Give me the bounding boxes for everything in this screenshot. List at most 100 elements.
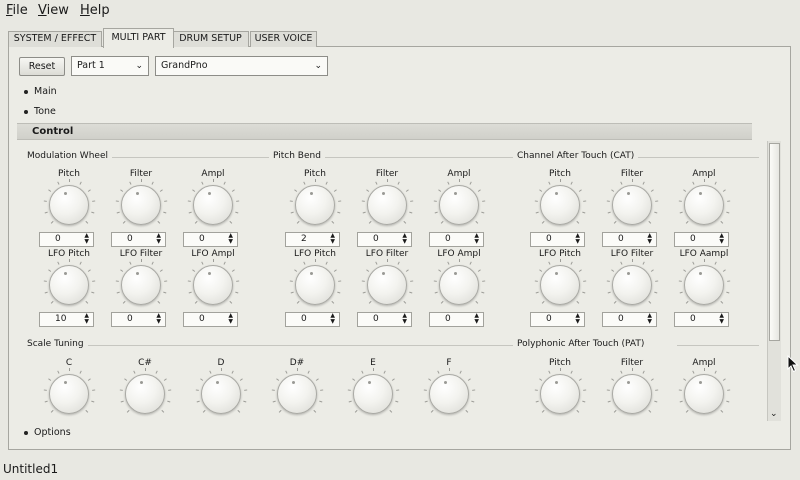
polyphonic-after-touch-ampl-knob[interactable] (684, 374, 724, 414)
section-tone[interactable]: Tone (24, 106, 56, 117)
channel-after-touch-ampl-knob[interactable] (684, 185, 724, 225)
channel-after-touch-lfo-aampl-spinbox[interactable]: 0 ▲ ▼ (674, 312, 729, 327)
section-main[interactable]: Main (24, 86, 57, 97)
scrollbar-thumb[interactable] (769, 143, 780, 341)
channel-after-touch-filter-knob[interactable] (612, 185, 652, 225)
scale-tuning-dsharp-knob[interactable] (277, 374, 317, 414)
part-select[interactable]: Part 1 ⌄ (71, 56, 149, 76)
spin-arrows-icon[interactable]: ▲ ▼ (402, 313, 407, 325)
pitch-bend-filter-spinbox[interactable]: 0 ▲ ▼ (357, 232, 412, 247)
menu-help[interactable]: Help (80, 3, 110, 18)
modulation-wheel-pitch-spinbox[interactable]: 0 ▲ ▼ (39, 232, 94, 247)
spin-arrows-icon[interactable]: ▲ ▼ (575, 233, 580, 245)
tab-multi-part[interactable]: MULTI PART (103, 28, 174, 48)
modulation-wheel-pitch-knob[interactable] (49, 185, 89, 225)
tab-system-effect[interactable]: SYSTEM / EFFECT (8, 31, 102, 47)
spin-arrows-icon[interactable]: ▲ ▼ (228, 233, 233, 245)
channel-after-touch-lfo-pitch-knob[interactable] (540, 265, 580, 305)
polyphonic-after-touch-pitch-control: Pitch (530, 358, 590, 421)
channel-after-touch-pitch-knob[interactable] (540, 185, 580, 225)
channel-after-touch-lfo-aampl-knob[interactable] (684, 265, 724, 305)
polyphonic-after-touch-pitch-knob[interactable] (540, 374, 580, 414)
spin-arrows-icon[interactable]: ▲ ▼ (84, 233, 89, 245)
modulation-wheel-lfo-pitch-spinbox[interactable]: 10 ▲ ▼ (39, 312, 94, 327)
modulation-wheel-lfo-pitch-knob[interactable] (49, 265, 89, 305)
pitch-bend-lfo-ampl-spinbox[interactable]: 0 ▲ ▼ (429, 312, 484, 327)
pitch-bend-lfo-pitch-knob[interactable] (295, 265, 335, 305)
pitch-bend-pitch-spinbox[interactable]: 2 ▲ ▼ (285, 232, 340, 247)
modulation-wheel-lfo-ampl-label: LFO Ampl (191, 249, 235, 259)
spin-arrows-icon[interactable]: ▲ ▼ (228, 313, 233, 325)
spin-arrows-icon[interactable]: ▲ ▼ (719, 313, 724, 325)
scale-tuning-d-knob[interactable] (201, 374, 241, 414)
menubar: File View Help (0, 0, 800, 22)
reset-button[interactable]: Reset (19, 57, 65, 76)
channel-after-touch-filter-spinbox[interactable]: 0 ▲ ▼ (602, 232, 657, 247)
pitch-bend-ampl-spinbox[interactable]: 0 ▲ ▼ (429, 232, 484, 247)
channel-after-touch-lfo-filter-value: 0 (618, 314, 624, 324)
channel-after-touch-lfo-aampl-label: LFO Aampl (679, 249, 729, 259)
voice-select[interactable]: GrandPno ⌄ (155, 56, 328, 76)
spin-arrows-icon[interactable]: ▲ ▼ (156, 313, 161, 325)
polyphonic-after-touch-filter-control: Filter (602, 358, 662, 421)
pitch-bend-pitch-knob[interactable] (295, 185, 335, 225)
channel-after-touch-lfo-filter-spinbox[interactable]: 0 ▲ ▼ (602, 312, 657, 327)
channel-after-touch-lfo-pitch-spinbox[interactable]: 0 ▲ ▼ (530, 312, 585, 327)
scale-tuning-f-knob[interactable] (429, 374, 469, 414)
modulation-wheel-filter-knob[interactable] (121, 185, 161, 225)
pitch-bend-filter-value: 0 (373, 234, 379, 244)
modulation-wheel-lfo-filter-value: 0 (127, 314, 133, 324)
scale-tuning-csharp-knob[interactable] (125, 374, 165, 414)
channel-after-touch-ampl-spinbox[interactable]: 0 ▲ ▼ (674, 232, 729, 247)
modulation-wheel-lfo-filter-knob[interactable] (121, 265, 161, 305)
spin-arrows-icon[interactable]: ▲ ▼ (330, 233, 335, 245)
spin-arrows-icon[interactable]: ▲ ▼ (84, 313, 89, 325)
modulation-wheel-lfo-ampl-control: LFO Ampl 0 ▲ ▼ (183, 249, 243, 329)
pitch-bend-pitch-control: Pitch 2 ▲ ▼ (285, 169, 345, 249)
pitch-bend-lfo-filter-knob[interactable] (367, 265, 407, 305)
menu-file[interactable]: File (6, 3, 28, 18)
spin-arrows-icon[interactable]: ▲ ▼ (647, 233, 652, 245)
channel-after-touch-lfo-filter-control: LFO Filter 0 ▲ ▼ (602, 249, 662, 329)
spin-arrows-icon[interactable]: ▲ ▼ (402, 233, 407, 245)
spin-arrows-icon[interactable]: ▲ ▼ (647, 313, 652, 325)
channel-after-touch-pitch-spinbox[interactable]: 0 ▲ ▼ (530, 232, 585, 247)
modulation-wheel-lfo-filter-spinbox[interactable]: 0 ▲ ▼ (111, 312, 166, 327)
section-options[interactable]: Options (24, 427, 71, 438)
pitch-bend-filter-knob[interactable] (367, 185, 407, 225)
modulation-wheel-ampl-spinbox[interactable]: 0 ▲ ▼ (183, 232, 238, 247)
pitch-bend-lfo-pitch-spinbox[interactable]: 0 ▲ ▼ (285, 312, 340, 327)
channel-after-touch-pitch-value: 0 (546, 234, 552, 244)
vertical-scrollbar[interactable]: ⌄ (767, 141, 781, 421)
modulation-wheel-lfo-ampl-knob[interactable] (193, 265, 233, 305)
tab-drum-setup[interactable]: DRUM SETUP (172, 31, 249, 47)
modulation-wheel-filter-spinbox[interactable]: 0 ▲ ▼ (111, 232, 166, 247)
polyphonic-after-touch-ampl-control: Ampl (674, 358, 734, 421)
polyphonic-after-touch-filter-knob[interactable] (612, 374, 652, 414)
spin-arrows-icon[interactable]: ▲ ▼ (719, 233, 724, 245)
spin-arrows-icon[interactable]: ▲ ▼ (156, 233, 161, 245)
modulation-wheel-lfo-ampl-spinbox[interactable]: 0 ▲ ▼ (183, 312, 238, 327)
scale-tuning-e-knob[interactable] (353, 374, 393, 414)
tab-user-voice[interactable]: USER VOICE (250, 31, 317, 47)
group-modulation-wheel: Modulation Wheel (27, 151, 112, 161)
scroll-down-icon[interactable]: ⌄ (770, 409, 778, 419)
section-control-header[interactable]: Control (17, 123, 752, 140)
spin-arrows-icon[interactable]: ▲ ▼ (474, 233, 479, 245)
scale-tuning-c-knob[interactable] (49, 374, 89, 414)
spin-arrows-icon[interactable]: ▲ ▼ (330, 313, 335, 325)
channel-after-touch-lfo-filter-knob[interactable] (612, 265, 652, 305)
pitch-bend-lfo-filter-value: 0 (373, 314, 379, 324)
pitch-bend-ampl-knob[interactable] (439, 185, 479, 225)
scale-tuning-e-label: E (370, 358, 376, 368)
channel-after-touch-ampl-value: 0 (690, 234, 696, 244)
pitch-bend-lfo-ampl-knob[interactable] (439, 265, 479, 305)
pitch-bend-filter-label: Filter (375, 169, 399, 179)
menu-view[interactable]: View (38, 3, 69, 18)
pitch-bend-ampl-control: Ampl 0 ▲ ▼ (429, 169, 489, 249)
spin-arrows-icon[interactable]: ▲ ▼ (474, 313, 479, 325)
modulation-wheel-lfo-ampl-value: 0 (199, 314, 205, 324)
modulation-wheel-ampl-knob[interactable] (193, 185, 233, 225)
pitch-bend-lfo-filter-spinbox[interactable]: 0 ▲ ▼ (357, 312, 412, 327)
spin-arrows-icon[interactable]: ▲ ▼ (575, 313, 580, 325)
